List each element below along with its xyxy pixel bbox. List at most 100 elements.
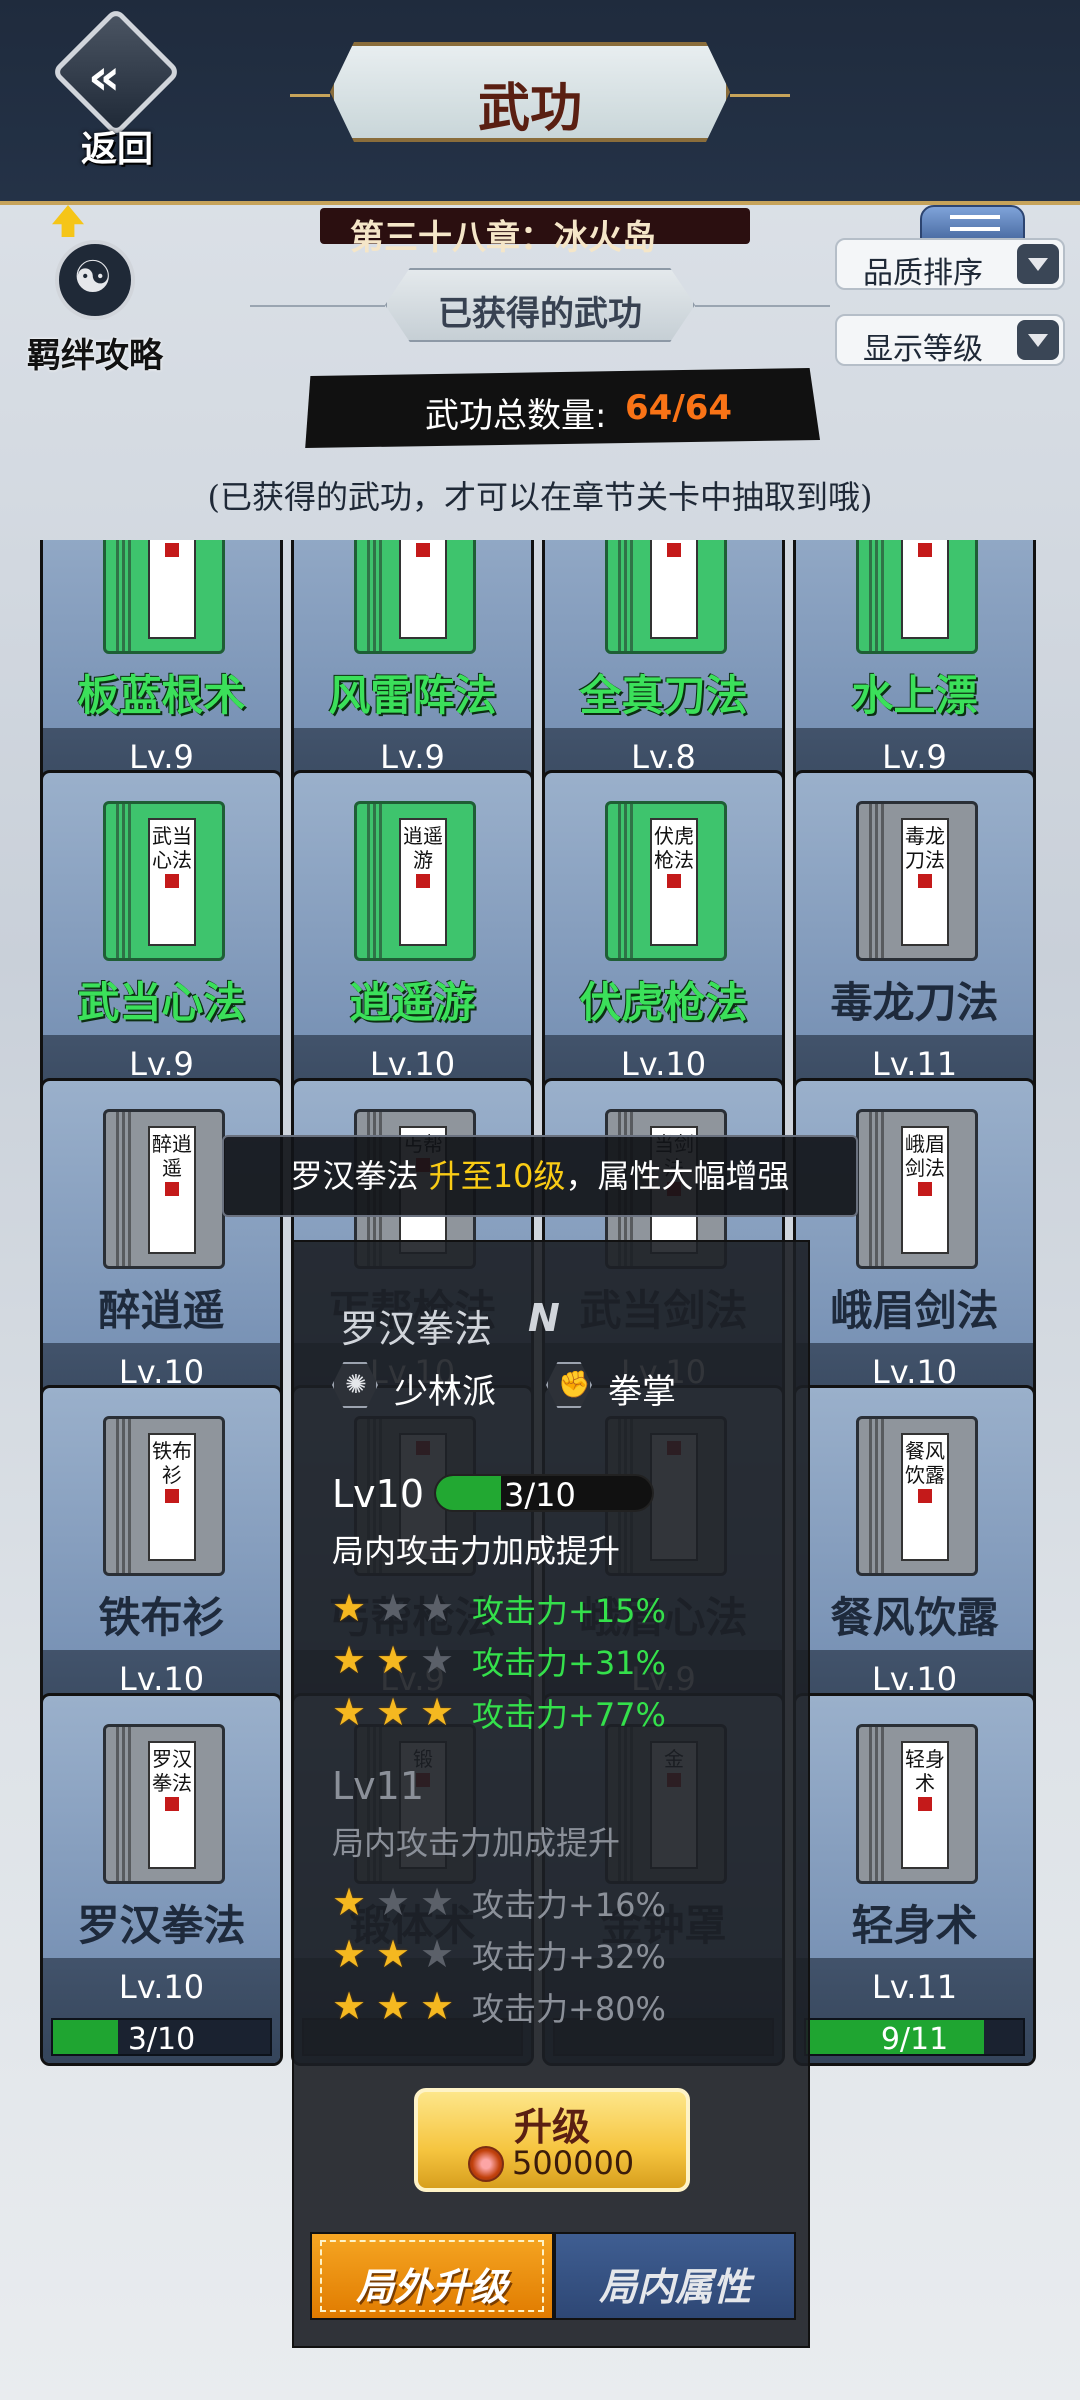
section-title: 已获得的武功 bbox=[385, 268, 695, 342]
school-icon bbox=[332, 1362, 378, 1408]
book-slip-text: 武当心法 bbox=[152, 824, 192, 872]
popup-skill-name: 罗汉拳法 bbox=[340, 1307, 493, 1351]
effect-text: 攻击力+80% bbox=[472, 1990, 666, 2028]
manual-book-icon: 法 bbox=[605, 540, 727, 654]
skill-card[interactable]: 轻身术 轻身术 Lv.11 9/11 bbox=[793, 1693, 1036, 2066]
tab-inside-label: 局内属性 bbox=[598, 2264, 751, 2309]
coin-icon bbox=[468, 2146, 504, 2182]
book-title-slip: 餐风饮露 bbox=[901, 1433, 949, 1561]
seal-icon bbox=[165, 874, 179, 888]
section-title-text: 已获得的武功 bbox=[438, 294, 642, 334]
book-title-slip: 轻身术 bbox=[901, 1741, 949, 1869]
book-slip-text: 铁布衫 bbox=[152, 1439, 192, 1487]
book-slip-text: 逍遥游 bbox=[403, 824, 443, 872]
star-icon: ★ bbox=[332, 1984, 367, 2028]
book-slip-text: 醉逍遥 bbox=[152, 1132, 192, 1180]
star-icon: ★ bbox=[332, 1690, 367, 1734]
seal-icon bbox=[667, 874, 681, 888]
book-title-slip: 醉逍遥 bbox=[148, 1126, 196, 1254]
menu-icon-line bbox=[950, 227, 1000, 231]
skill-name: 逍遥游 bbox=[349, 978, 476, 1027]
manual-book-icon: 醉逍遥 bbox=[103, 1109, 225, 1269]
manual-book-icon: 逍遥游 bbox=[354, 801, 476, 961]
hint-text: (已获得的武功，才可以在章节关卡中抽取到哦) bbox=[207, 478, 873, 516]
quality-sort-dropdown[interactable]: 品质排序 bbox=[835, 238, 1065, 291]
skill-name: 毒龙刀法 bbox=[830, 978, 999, 1027]
effect-text: 攻击力+31% bbox=[472, 1644, 666, 1682]
current-progress-fill bbox=[436, 1476, 501, 1510]
book-title-slip: 铁布衫 bbox=[148, 1433, 196, 1561]
bond-strategy-label: 羁绊攻略 bbox=[27, 336, 163, 376]
star-icon: ★ bbox=[420, 1880, 455, 1924]
manual-book-icon: 法 bbox=[354, 540, 476, 654]
book-title-slip: 毒龙刀法 bbox=[901, 818, 949, 946]
upgrade-label: 升级 bbox=[513, 2104, 590, 2149]
seal-icon bbox=[165, 543, 179, 557]
seal-icon bbox=[165, 1489, 179, 1503]
skill-card[interactable]: 罗汉拳法 罗汉拳法 Lv.10 3/10 bbox=[40, 1693, 283, 2066]
book-slip-text: 法 bbox=[413, 540, 433, 541]
star-icon: ★ bbox=[376, 1586, 411, 1630]
next-level-desc: 局内攻击力加成提升 bbox=[332, 1824, 621, 1862]
skill-name: 罗汉拳法 bbox=[77, 1901, 246, 1950]
level-display-label: 显示等级 bbox=[863, 332, 983, 367]
skill-level-area: Lv.10 3/10 bbox=[43, 1958, 280, 2063]
title-ornament-left bbox=[290, 94, 330, 97]
manual-book-icon: 伏虎枪法 bbox=[605, 801, 727, 961]
skill-progress-bar: 9/11 bbox=[804, 2018, 1025, 2057]
book-title-slip: 法 bbox=[650, 540, 698, 639]
skill-name: 轻身术 bbox=[851, 1901, 978, 1950]
book-title-slip: 逍遥游 bbox=[399, 818, 447, 946]
book-slip-text: 餐风饮露 bbox=[905, 1439, 945, 1487]
manual-book-icon: 毒龙刀法 bbox=[856, 801, 978, 961]
toast-highlight: 升至10级 bbox=[428, 1157, 566, 1195]
skill-name: 峨眉剑法 bbox=[830, 1286, 999, 1335]
chevron-down-icon bbox=[1017, 320, 1059, 360]
bond-strategy-button[interactable]: 羁绊攻略 bbox=[20, 240, 170, 376]
star-icon: ★ bbox=[332, 1932, 367, 1976]
manual-book-icon: 餐风饮露 bbox=[856, 1416, 978, 1576]
current-level-desc: 局内攻击力加成提升 bbox=[332, 1532, 621, 1570]
skill-name: 伏虎枪法 bbox=[579, 978, 748, 1027]
star-icon: ★ bbox=[420, 1690, 455, 1734]
current-level: Lv10 bbox=[332, 1472, 425, 1516]
seal-icon bbox=[165, 1182, 179, 1196]
skill-progress-bar: 3/10 bbox=[51, 2018, 272, 2057]
chapter-banner: 第三十八章：冰火岛 bbox=[320, 208, 750, 258]
skill-detail-popup: 罗汉拳法 N 少林派 拳掌 Lv10 3/10 局内攻击力加成提升 ★★★攻击力… bbox=[292, 1240, 810, 2348]
star-icon: ★ bbox=[420, 1984, 455, 2028]
star-icon: ★ bbox=[420, 1638, 455, 1682]
tab-inside-attributes[interactable]: 局内属性 bbox=[554, 2232, 796, 2320]
current-progress-text: 3/10 bbox=[504, 1476, 576, 1512]
manual-book-icon: 轻身术 bbox=[856, 1724, 978, 1884]
book-title-slip: 峨眉剑法 bbox=[901, 1126, 949, 1254]
toast-rest: ，属性大幅增强 bbox=[565, 1157, 790, 1195]
level-display-dropdown[interactable]: 显示等级 bbox=[835, 314, 1065, 367]
upgrade-button[interactable]: 升级 500000 bbox=[414, 2088, 690, 2192]
chevron-down-icon bbox=[1017, 244, 1059, 284]
skill-name: 武当心法 bbox=[77, 978, 246, 1027]
effect-text: 攻击力+16% bbox=[472, 1886, 666, 1924]
star-icon: ★ bbox=[420, 1586, 455, 1630]
tab-outside-upgrade[interactable]: 局外升级 bbox=[310, 2232, 554, 2320]
level-up-toast: 罗汉拳法 升至10级，属性大幅增强 bbox=[222, 1135, 858, 1217]
title-plate: 武功 bbox=[330, 42, 730, 142]
book-slip-text: 漂 bbox=[915, 540, 935, 541]
book-title-slip: 漂 bbox=[901, 540, 949, 639]
quality-sort-label: 品质排序 bbox=[863, 256, 983, 291]
type-label: 拳掌 bbox=[608, 1372, 676, 1412]
total-count-label: 武功总数量: bbox=[425, 396, 607, 436]
star-icon: ★ bbox=[332, 1586, 367, 1630]
back-button[interactable]: « 返回 bbox=[40, 6, 190, 170]
seal-icon bbox=[416, 874, 430, 888]
top-header: « 返回 武功 bbox=[0, 0, 1080, 205]
manual-book-icon: 武当心法 bbox=[103, 801, 225, 961]
menu-icon-line bbox=[950, 215, 1000, 219]
fist-icon bbox=[546, 1362, 592, 1408]
effect-text: 攻击力+15% bbox=[472, 1592, 666, 1630]
current-progress-bar: 3/10 bbox=[434, 1474, 654, 1512]
book-slip-text: 峨眉剑法 bbox=[905, 1132, 945, 1180]
manual-book-icon: 铁布衫 bbox=[103, 1416, 225, 1576]
seal-icon bbox=[667, 543, 681, 557]
total-count-value: 64/64 bbox=[625, 388, 733, 428]
